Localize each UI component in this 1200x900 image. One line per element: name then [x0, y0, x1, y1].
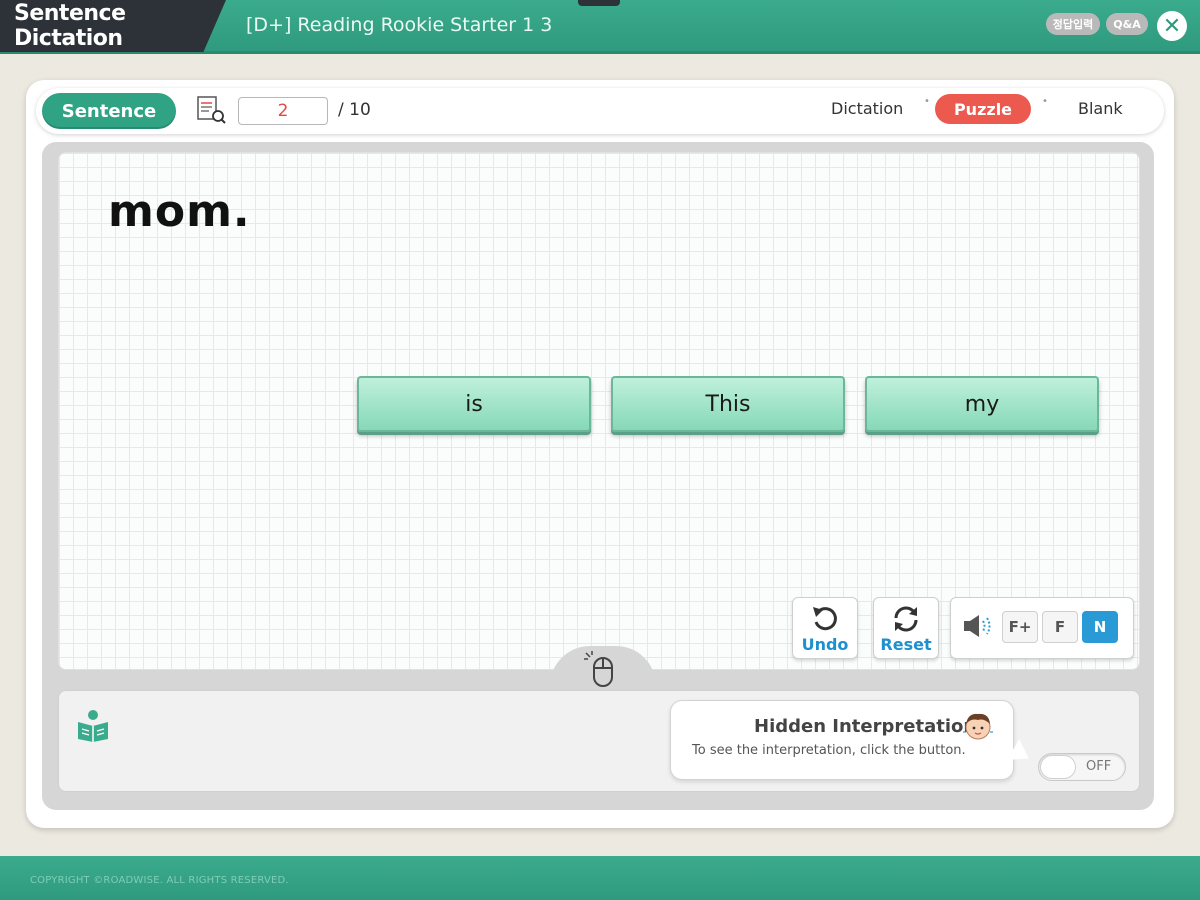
- copyright: COPYRIGHT ©ROADWISE. ALL RIGHTS RESERVED…: [30, 875, 289, 886]
- word-block[interactable]: is: [357, 376, 591, 432]
- mode-dictation[interactable]: Dictation: [831, 99, 903, 118]
- speed-fast-plus-button[interactable]: F+: [1002, 611, 1038, 643]
- page-number-input[interactable]: 2: [238, 97, 328, 125]
- reset-button[interactable]: Reset: [873, 597, 939, 659]
- top-pull-tab[interactable]: [578, 0, 620, 6]
- course-title: [D+] Reading Rookie Starter 1 3: [246, 14, 553, 36]
- boy-face-icon: [960, 710, 996, 746]
- mode-separator: •: [1042, 96, 1048, 107]
- undo-label: Undo: [801, 635, 849, 654]
- app-title: Sentence Dictation: [0, 0, 226, 52]
- undo-button[interactable]: Undo: [792, 597, 858, 659]
- document-search-icon[interactable]: [196, 95, 228, 125]
- undo-icon: [813, 607, 837, 631]
- speaker-icon: [962, 612, 994, 644]
- mode-separator: •: [924, 96, 930, 107]
- toggle-knob[interactable]: [1040, 755, 1076, 779]
- mouse-icon: [584, 651, 613, 687]
- mode-puzzle[interactable]: Puzzle: [935, 94, 1031, 124]
- page-total: / 10: [338, 100, 371, 120]
- toggle-label: OFF: [1086, 759, 1112, 774]
- reset-label: Reset: [880, 635, 932, 654]
- answer-input-button[interactable]: 정답입력: [1046, 13, 1100, 35]
- speed-normal-button[interactable]: N: [1082, 611, 1118, 643]
- answer-sentence: mom.: [108, 186, 251, 237]
- close-icon: ✕: [1162, 13, 1182, 39]
- mode-blank[interactable]: Blank: [1078, 99, 1123, 118]
- speed-fast-button[interactable]: F: [1042, 611, 1078, 643]
- word-block[interactable]: This: [611, 376, 845, 432]
- interpretation-subtitle: To see the interpretation, click the but…: [692, 743, 966, 758]
- book-reader-icon: [76, 708, 110, 746]
- word-block[interactable]: my: [865, 376, 1099, 432]
- sentence-button[interactable]: Sentence: [42, 93, 176, 129]
- qa-button[interactable]: Q&A: [1106, 13, 1148, 35]
- interpretation-title: Hidden Interpretation: [754, 716, 977, 737]
- reset-icon: [894, 606, 918, 632]
- close-button[interactable]: ✕: [1157, 11, 1187, 41]
